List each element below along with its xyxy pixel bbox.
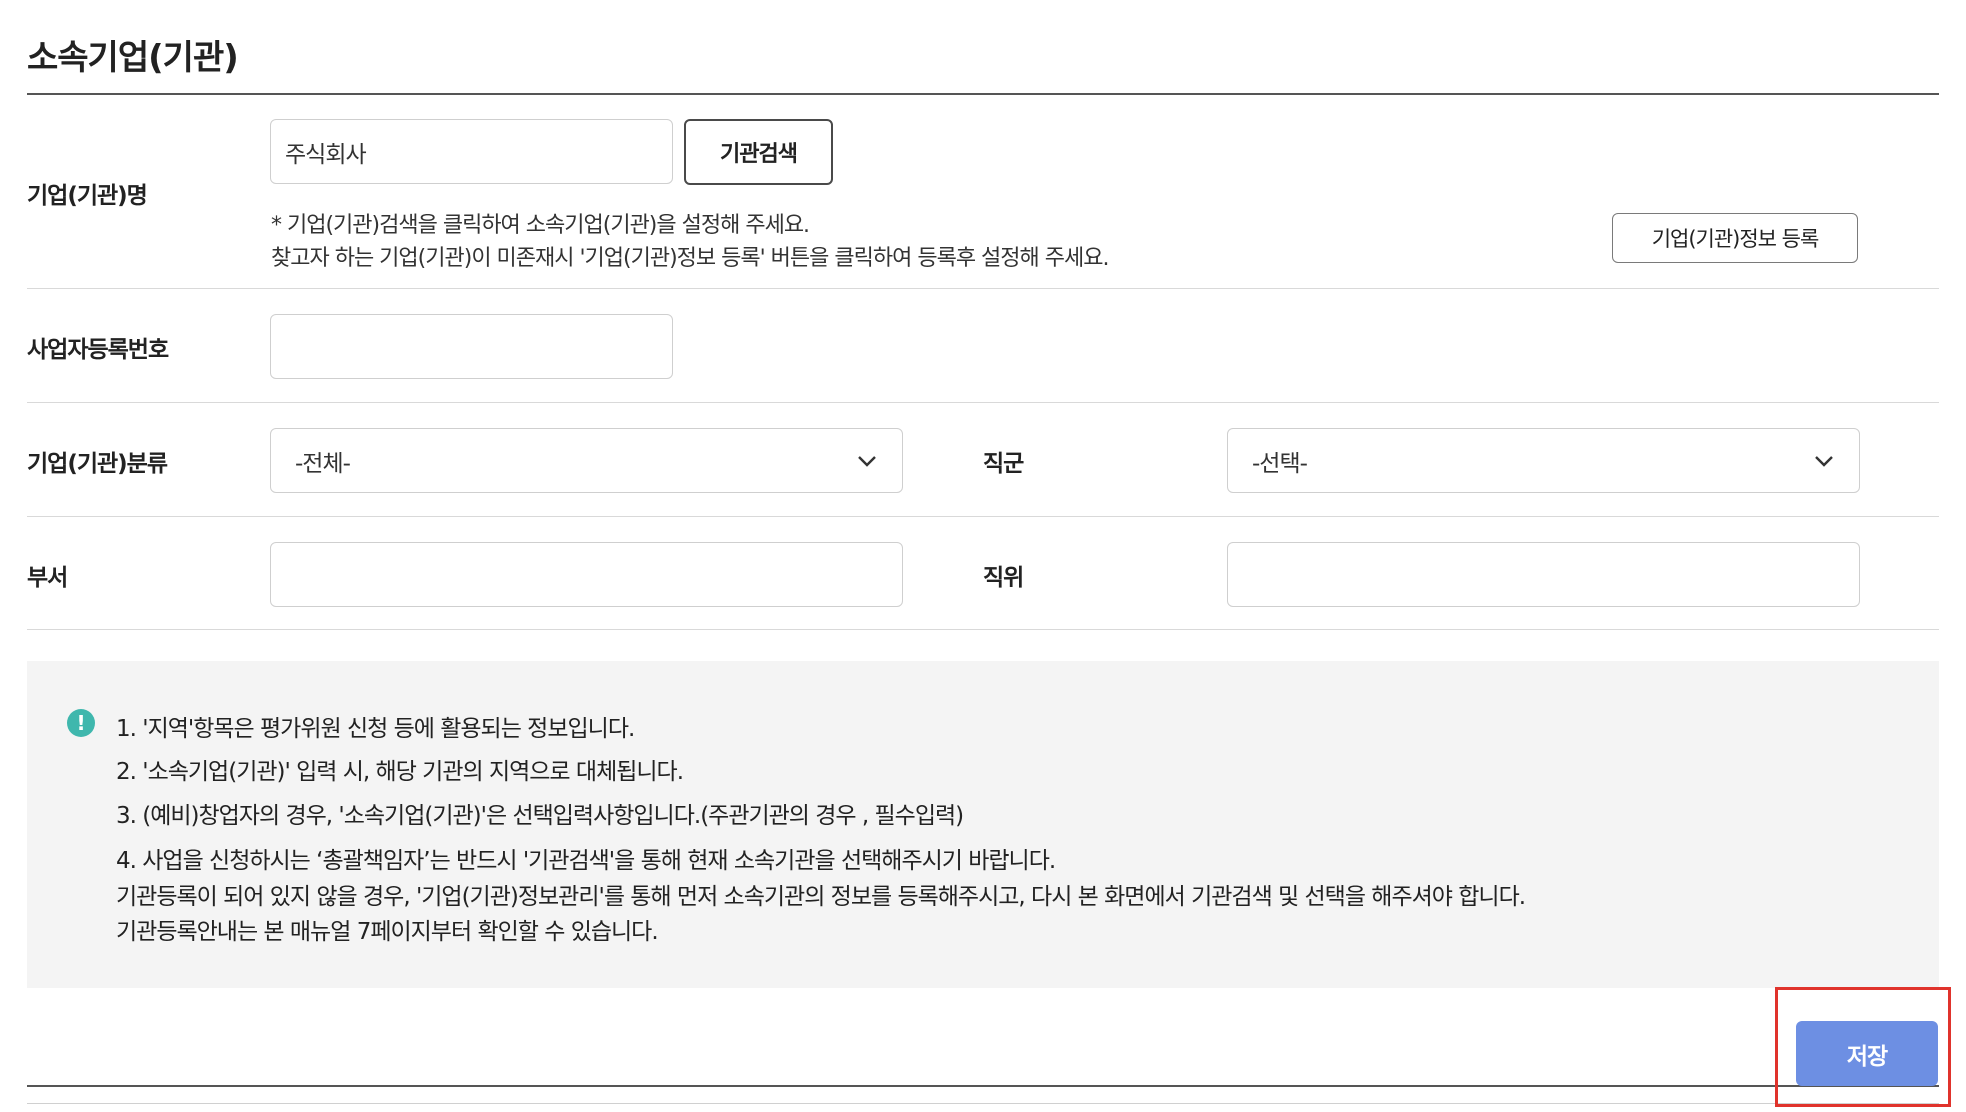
- info-line: 기관등록이 되어 있지 않을 경우, '기업(기관)정보관리'를 통해 먼저 소…: [116, 884, 1526, 910]
- company-name-input[interactable]: 주식회사: [270, 119, 673, 184]
- department-label: 부서: [27, 565, 68, 591]
- register-company-button[interactable]: 기업(기관)정보 등록: [1612, 213, 1858, 263]
- classification-selected: -전체-: [295, 450, 351, 477]
- business-number-input[interactable]: [270, 314, 673, 379]
- page-title: 소속기업(기관): [27, 38, 239, 78]
- institution-search-button[interactable]: 기관검색: [684, 119, 833, 185]
- row-divider: [27, 516, 1939, 517]
- bottom-divider: [27, 1103, 1939, 1104]
- company-name-value: 주식회사: [285, 141, 367, 168]
- classification-select[interactable]: -전체-: [270, 428, 903, 493]
- job-group-select[interactable]: -선택-: [1227, 428, 1860, 493]
- save-highlight-box: [1775, 987, 1951, 1107]
- title-divider: [27, 93, 1939, 95]
- chevron-down-icon: [1813, 450, 1835, 472]
- row-divider: [27, 288, 1939, 289]
- info-line: 3. (예비)창업자의 경우, '소속기업(기관)'은 선택입력사항입니다.(주…: [116, 803, 964, 829]
- exclamation-icon: !: [67, 709, 95, 737]
- company-register-note: 찾고자 하는 기업(기관)이 미존재시 '기업(기관)정보 등록' 버튼을 클릭…: [271, 246, 1109, 271]
- business-number-label: 사업자등록번호: [27, 337, 169, 363]
- bottom-divider: [27, 1085, 1939, 1087]
- chevron-down-icon: [856, 450, 878, 472]
- company-name-label: 기업(기관)명: [27, 183, 148, 209]
- info-line: 기관등록안내는 본 매뉴얼 7페이지부터 확인할 수 있습니다.: [116, 919, 659, 945]
- job-group-selected: -선택-: [1252, 450, 1308, 477]
- job-group-label: 직군: [983, 451, 1024, 477]
- position-input[interactable]: [1227, 542, 1860, 607]
- info-line: 2. '소속기업(기관)' 입력 시, 해당 기관의 지역으로 대체됩니다.: [116, 759, 684, 785]
- position-label: 직위: [983, 565, 1024, 591]
- department-input[interactable]: [270, 542, 903, 607]
- classification-label: 기업(기관)분류: [27, 451, 168, 477]
- row-divider: [27, 402, 1939, 403]
- company-search-note: * 기업(기관)검색을 클릭하여 소속기업(기관)을 설정해 주세요.: [271, 213, 810, 238]
- info-line: 1. '지역'항목은 평가위원 신청 등에 활용되는 정보입니다.: [116, 716, 635, 742]
- row-divider: [27, 629, 1939, 630]
- info-line: 4. 사업을 신청하시는 ‘총괄책임자’는 반드시 '기관검색'을 통해 현재 …: [116, 848, 1056, 874]
